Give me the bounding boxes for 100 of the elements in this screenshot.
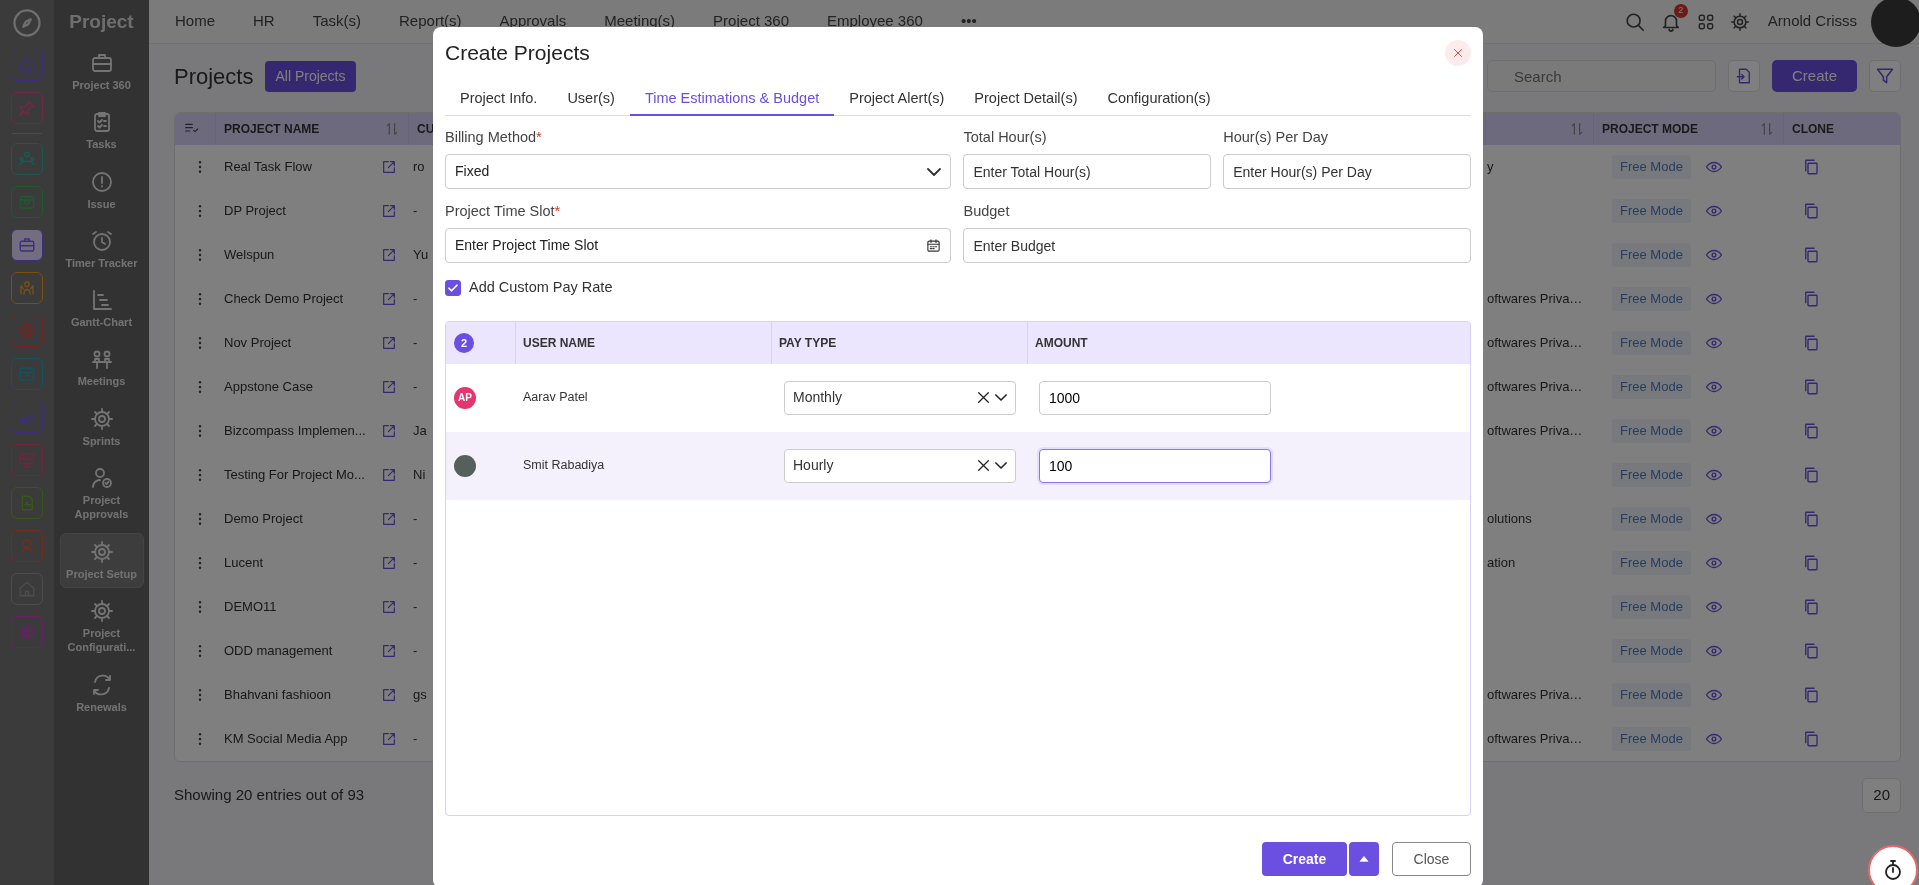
table-cell-text: DEMO11 — [224, 598, 277, 617]
edit-icon[interactable] — [381, 335, 397, 351]
tab[interactable]: Project Alert(s) — [834, 83, 960, 116]
nav-link[interactable]: HR — [253, 10, 275, 33]
edit-icon[interactable] — [381, 599, 397, 615]
table-cell-text: ation — [1487, 554, 1516, 573]
tab[interactable]: Project Info. — [445, 83, 553, 116]
mode-badge: Free Mode — [1612, 243, 1691, 267]
copy-icon[interactable] — [1802, 334, 1820, 352]
edit-icon[interactable] — [381, 159, 397, 175]
billing-method-select[interactable]: Fixed — [445, 154, 952, 189]
export-button[interactable] — [1728, 60, 1760, 92]
edit-icon[interactable] — [381, 423, 397, 439]
table-cell-text: Aarav Patel — [523, 389, 588, 407]
table-cell-text: Yu — [413, 246, 429, 265]
timer-button[interactable] — [1868, 845, 1918, 885]
edit-icon[interactable] — [381, 511, 397, 527]
notification-badge: 2 — [1673, 3, 1688, 18]
copy-icon[interactable] — [1802, 554, 1820, 572]
copy-icon[interactable] — [1802, 422, 1820, 440]
table-cell-text: Appstone Case — [224, 378, 313, 397]
copy-icon[interactable] — [1802, 378, 1820, 396]
copy-icon[interactable] — [1802, 510, 1820, 528]
module-button[interactable] — [11, 229, 43, 261]
sidebar-item[interactable]: Gantt-Chart — [59, 281, 144, 337]
copy-icon[interactable] — [1802, 158, 1820, 176]
table-cell-text: KM Social Media App — [224, 730, 348, 749]
edit-icon[interactable] — [381, 379, 397, 395]
copy-icon[interactable] — [1802, 642, 1820, 660]
dialog-title: Create Projects — [445, 40, 590, 67]
close-button[interactable]: Close — [1392, 842, 1471, 876]
avatar: AP — [454, 386, 476, 409]
pay-type-select[interactable]: Hourly — [784, 448, 1016, 483]
edit-icon[interactable] — [381, 687, 397, 703]
dropdown-toggle-button[interactable] — [1349, 842, 1379, 876]
alarm-clock-icon — [89, 228, 114, 253]
field-label: Budget — [963, 202, 1011, 220]
copy-icon[interactable] — [1802, 290, 1820, 308]
nav-link[interactable]: Home — [175, 10, 215, 33]
settings-icon[interactable] — [1729, 11, 1750, 32]
copy-icon[interactable] — [1802, 246, 1820, 264]
edit-icon[interactable] — [381, 643, 397, 659]
date-field[interactable]: Enter Project Time Slot — [445, 228, 952, 263]
copy-icon[interactable] — [1802, 730, 1820, 748]
user-name[interactable]: Arnold Crisss — [1767, 10, 1857, 33]
edit-icon[interactable] — [381, 467, 397, 483]
edit-icon[interactable] — [381, 731, 397, 747]
input-field[interactable]: Enter Total Hour(s) — [963, 154, 1212, 189]
pay-type-select[interactable]: Monthly — [784, 380, 1016, 415]
create-button[interactable]: Create — [1262, 842, 1347, 876]
project-filter-dropdown[interactable]: All Projects — [265, 60, 356, 92]
sidebar-item[interactable]: Project Approvals — [59, 459, 144, 529]
tab[interactable]: User(s) — [552, 83, 630, 116]
table-cell-text: Demo Project — [224, 510, 303, 529]
field-label: Project Time Slot* — [445, 202, 562, 220]
table-cell-text: Smit Rabadiya — [523, 457, 605, 475]
sidebar-item[interactable]: Timer Tracker — [59, 221, 144, 278]
search-icon[interactable] — [1623, 10, 1646, 33]
edit-icon[interactable] — [381, 247, 397, 263]
mode-badge: Free Mode — [1612, 419, 1691, 443]
table-cell-text: - — [413, 290, 418, 309]
filter-button[interactable] — [1869, 60, 1901, 92]
count-badge: 2 — [454, 332, 474, 353]
edit-icon[interactable] — [381, 291, 397, 307]
sidebar-item[interactable]: Issue — [59, 162, 144, 218]
table-cell-text: - — [413, 334, 418, 353]
page-size-select[interactable]: 20 — [1862, 778, 1901, 813]
close-button[interactable] — [1445, 40, 1471, 66]
edit-icon[interactable] — [381, 555, 397, 571]
sidebar-item[interactable]: Sprints — [59, 399, 144, 456]
sidebar-item[interactable]: Meetings — [59, 340, 144, 396]
mode-badge: Free Mode — [1612, 199, 1691, 223]
copy-icon[interactable] — [1802, 466, 1820, 484]
table-cell-text: oftwares Priva… — [1487, 686, 1583, 705]
chevron-down-icon — [995, 462, 1007, 470]
table-cell-text: oftwares Priva… — [1487, 290, 1583, 309]
gear-icon — [18, 623, 36, 641]
avatar[interactable] — [1871, 0, 1919, 47]
mode-badge: Free Mode — [1612, 683, 1691, 707]
amount-field[interactable]: 100 — [1039, 448, 1271, 483]
search-field[interactable]: Search — [1487, 60, 1716, 92]
copy-icon[interactable] — [1802, 598, 1820, 616]
amount-field[interactable]: 1000 — [1039, 380, 1271, 415]
tab[interactable]: Time Estimations & Budget — [629, 83, 835, 116]
tab[interactable]: Configuration(s) — [1092, 83, 1226, 116]
input-field[interactable]: Enter Budget — [963, 228, 1471, 263]
edit-icon[interactable] — [381, 203, 397, 219]
copy-icon[interactable] — [1802, 202, 1820, 220]
checkbox[interactable] — [445, 279, 461, 296]
sidebar-item[interactable]: Renewals — [59, 665, 144, 721]
tab[interactable]: Project Detail(s) — [959, 83, 1093, 116]
copy-icon[interactable] — [1802, 686, 1820, 704]
create-button[interactable]: Create — [1772, 60, 1857, 92]
input-field[interactable]: Enter Hour(s) Per Day — [1223, 154, 1471, 189]
hands-icon — [18, 279, 36, 297]
sidebar-item[interactable]: Project 360 — [59, 44, 144, 100]
nav-link[interactable]: Task(s) — [312, 10, 362, 33]
table-cell-text: oftwares Priva… — [1487, 730, 1583, 749]
sidebar-item[interactable]: Tasks — [59, 103, 144, 159]
sidebar-item[interactable]: Project Configurati... — [59, 591, 144, 662]
